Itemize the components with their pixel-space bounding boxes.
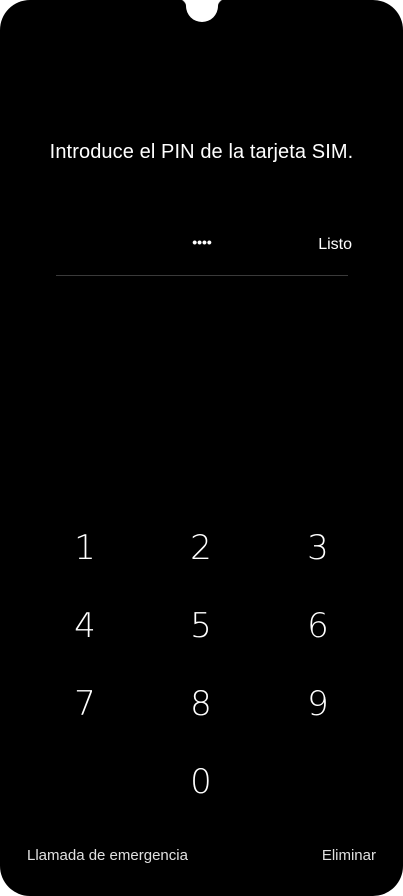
key-1[interactable]: 1 [45,518,125,578]
key-2[interactable]: 2 [161,518,241,578]
delete-button[interactable]: Eliminar [322,847,376,864]
key-4[interactable]: 4 [45,596,125,656]
done-button[interactable]: Listo [318,236,352,254]
key-6[interactable]: 6 [278,596,358,656]
camera-notch [177,0,227,22]
sim-pin-screen: Introduce el PIN de la tarjeta SIM. ••••… [0,0,403,896]
emergency-call-button[interactable]: Llamada de emergencia [27,847,188,864]
pin-underline [56,275,348,276]
pin-entry-row: •••• Listo [56,226,352,266]
key-3[interactable]: 3 [278,518,358,578]
key-5[interactable]: 5 [161,596,241,656]
page-title: Introduce el PIN de la tarjeta SIM. [49,141,354,163]
key-8[interactable]: 8 [161,674,241,734]
key-9[interactable]: 9 [278,674,358,734]
pin-input[interactable]: •••• [56,234,348,250]
key-0[interactable]: 0 [161,752,241,812]
key-7[interactable]: 7 [45,674,125,734]
